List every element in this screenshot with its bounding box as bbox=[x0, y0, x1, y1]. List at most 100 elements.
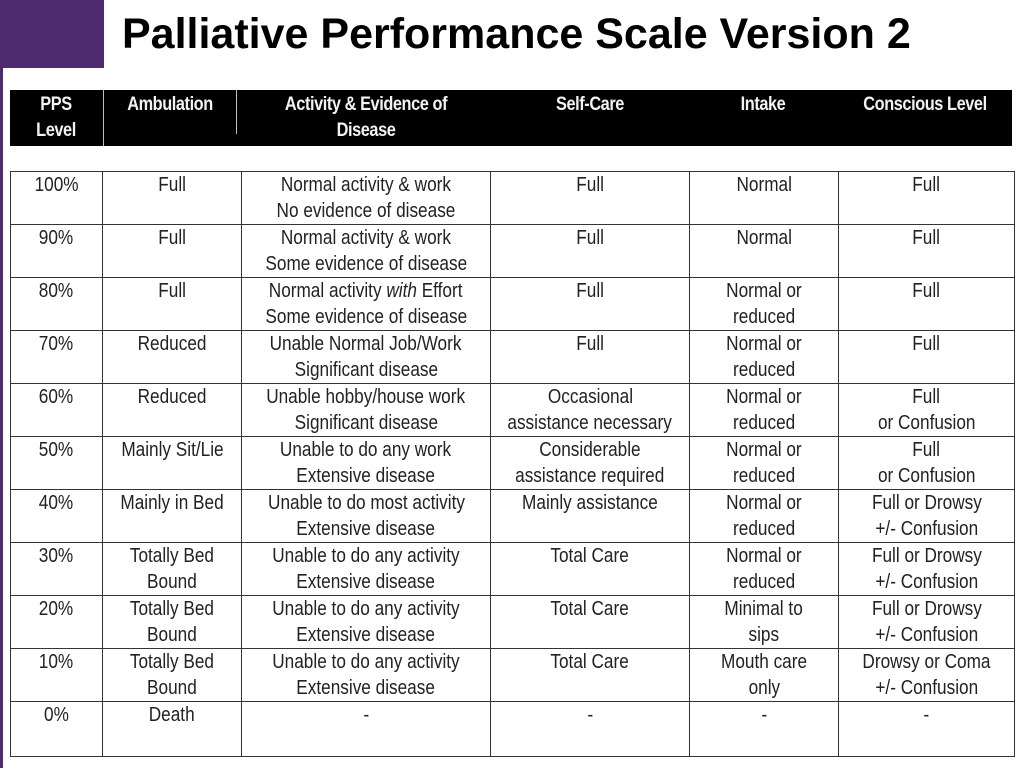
header-text: Activity & Evidence of bbox=[284, 94, 448, 115]
table-row: 0% Death - - - - bbox=[10, 701, 1015, 757]
cell-text: Unable to do any activity bbox=[272, 651, 460, 673]
cell-text: Normal activity & work bbox=[280, 227, 452, 249]
cell-activity: Normal activity & work No evidence of dis… bbox=[241, 171, 491, 225]
cell-intake: Normal bbox=[689, 224, 839, 278]
cell-self-care: Full bbox=[490, 171, 690, 225]
cell-activity: Unable Normal Job/Work Significant diseas… bbox=[241, 330, 491, 384]
cell-self-care: Occasional assistance necessary bbox=[490, 383, 690, 437]
cell-text: +/- Confusion bbox=[875, 677, 978, 699]
cell-text: Occasional bbox=[547, 386, 633, 408]
header-conscious-level: Conscious Level bbox=[845, 90, 1005, 146]
cell-text: Totally Bed bbox=[129, 545, 215, 567]
cell-text: Extensive disease bbox=[296, 571, 436, 593]
cell-text: Full bbox=[158, 280, 186, 302]
cell-text: Normal activity with Effort bbox=[269, 280, 463, 302]
cell-text: Mouth care bbox=[720, 651, 808, 673]
header-text: Disease bbox=[336, 120, 396, 141]
cell-pps-level: 60% bbox=[10, 383, 103, 437]
cell-text: Normal or bbox=[726, 386, 802, 408]
cell-self-care: Full bbox=[490, 277, 690, 331]
cell-text: +/- Confusion bbox=[875, 571, 978, 593]
header-activity: Activity & Evidence of Disease bbox=[259, 90, 472, 146]
cell-text: Full bbox=[576, 333, 604, 355]
cell-text: 40% bbox=[39, 492, 74, 514]
cell-text: - bbox=[761, 704, 767, 726]
cell-text: Extensive disease bbox=[296, 465, 436, 487]
cell-text: Full or Drowsy bbox=[871, 545, 982, 567]
cell-text: Full or Drowsy bbox=[871, 492, 982, 514]
cell-self-care: - bbox=[490, 701, 690, 757]
cell-text: Normal activity & work bbox=[280, 174, 452, 196]
cell-ambulation: Death bbox=[102, 701, 242, 757]
cell-ambulation: Mainly Sit/Lie bbox=[102, 436, 242, 490]
cell-self-care: Full bbox=[490, 224, 690, 278]
cell-activity: Unable hobby/house work Significant disea… bbox=[241, 383, 491, 437]
table-row: 10% Totally Bed Bound Unable to do any acti… bbox=[10, 648, 1015, 702]
cell-conscious-level: Full or Drowsy +/- Confusion bbox=[838, 489, 1015, 543]
cell-text: +/- Confusion bbox=[875, 624, 978, 646]
cell-pps-level: 10% bbox=[10, 648, 103, 702]
cell-intake: Normal or reduced bbox=[689, 436, 839, 490]
cell-pps-level: 50% bbox=[10, 436, 103, 490]
cell-activity: Unable to do most activity Extensive dise… bbox=[241, 489, 491, 543]
cell-ambulation: Totally Bed Bound bbox=[102, 542, 242, 596]
cell-text: sips bbox=[748, 624, 780, 646]
cell-text: Minimal to bbox=[724, 598, 804, 620]
cell-activity: Normal activity with Effort Some evidence… bbox=[241, 277, 491, 331]
cell-text: Extensive disease bbox=[296, 624, 436, 646]
cell-text: Drowsy or Coma bbox=[862, 651, 991, 673]
cell-text: Reduced bbox=[137, 386, 207, 408]
cell-ambulation: Full bbox=[102, 171, 242, 225]
header-text: Self-Care bbox=[556, 94, 624, 115]
cell-text: or Confusion bbox=[877, 412, 976, 434]
cell-text: Normal or bbox=[726, 333, 802, 355]
cell-text: Normal bbox=[736, 227, 792, 249]
cell-conscious-level: Full bbox=[838, 330, 1015, 384]
cell-text: Mainly in Bed bbox=[120, 492, 224, 514]
cell-text: Full bbox=[912, 280, 941, 302]
cell-text: 50% bbox=[39, 439, 74, 461]
cell-text: Full bbox=[576, 174, 604, 196]
cell-text: Full bbox=[912, 439, 941, 461]
cell-text: Extensive disease bbox=[296, 677, 436, 699]
cell-text: Total Care bbox=[550, 545, 630, 567]
cell-text: Unable hobby/house work bbox=[266, 386, 466, 408]
cell-conscious-level: Full or Drowsy +/- Confusion bbox=[838, 542, 1015, 596]
cell-text: Totally Bed bbox=[129, 598, 215, 620]
cell-text: Full bbox=[912, 227, 941, 249]
header-text: Intake bbox=[740, 94, 786, 115]
cell-text: Unable to do any activity bbox=[272, 545, 460, 567]
emphasis-text: with bbox=[386, 280, 418, 302]
cell-self-care: Full bbox=[490, 330, 690, 384]
cell-text: 80% bbox=[39, 280, 74, 302]
cell-pps-level: 20% bbox=[10, 595, 103, 649]
cell-conscious-level: Full bbox=[838, 171, 1015, 225]
cell-text: Normal bbox=[736, 174, 792, 196]
cell-intake: Normal or reduced bbox=[689, 489, 839, 543]
header-text: Ambulation bbox=[127, 94, 213, 115]
cell-text: reduced bbox=[732, 306, 796, 328]
table-row: 90% Full Normal activity & work Some eviden… bbox=[10, 224, 1015, 278]
cell-intake: Normal or reduced bbox=[689, 542, 839, 596]
cell-text: Extensive disease bbox=[296, 518, 436, 540]
table-row: 50% Mainly Sit/Lie Unable to do any work Ex… bbox=[10, 436, 1015, 490]
cell-text: Full bbox=[158, 174, 186, 196]
table-row: 20% Totally Bed Bound Unable to do any acti… bbox=[10, 595, 1015, 649]
accent-rail bbox=[0, 68, 3, 768]
cell-pps-level: 90% bbox=[10, 224, 103, 278]
cell-text: - bbox=[923, 704, 930, 726]
cell-conscious-level: Drowsy or Coma +/- Confusion bbox=[838, 648, 1015, 702]
cell-pps-level: 70% bbox=[10, 330, 103, 384]
cell-pps-level: 40% bbox=[10, 489, 103, 543]
cell-text: Mainly Sit/Lie bbox=[120, 439, 224, 461]
cell-conscious-level: Full bbox=[838, 224, 1015, 278]
cell-text: assistance necessary bbox=[507, 412, 673, 434]
cell-text: Normal or bbox=[726, 545, 802, 567]
cell-text: Normal or bbox=[726, 280, 802, 302]
cell-ambulation: Totally Bed Bound bbox=[102, 648, 242, 702]
cell-text: Unable to do any work bbox=[280, 439, 452, 461]
header-divider bbox=[103, 90, 104, 146]
cell-text: reduced bbox=[732, 359, 796, 381]
header-intake: Intake bbox=[709, 90, 817, 146]
cell-activity: Unable to do any work Extensive disease bbox=[241, 436, 491, 490]
